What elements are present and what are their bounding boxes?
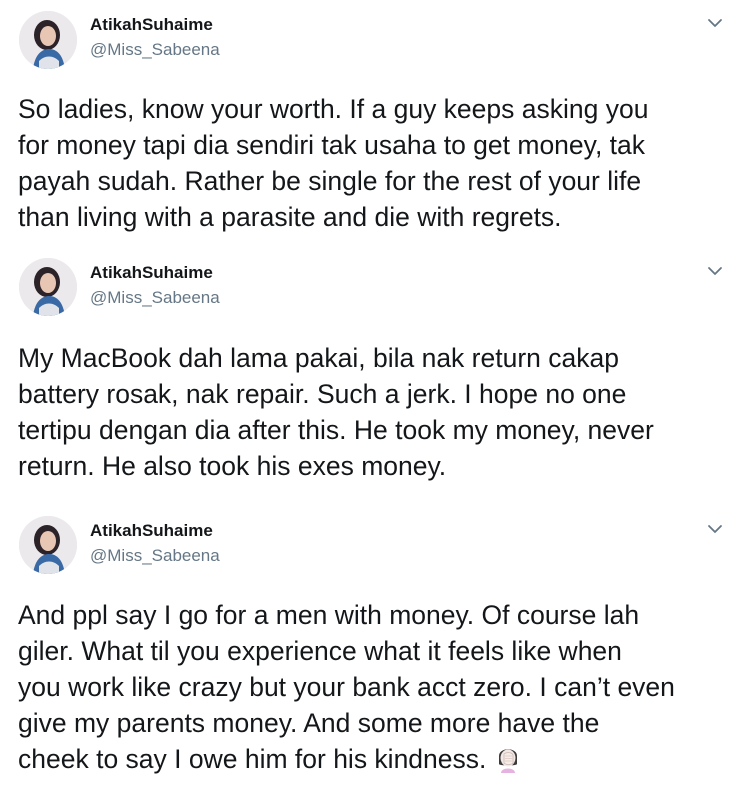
chevron-down-icon[interactable] <box>704 260 726 282</box>
tweet-text-content: And ppl say I go for a men with money. O… <box>18 600 675 774</box>
display-name[interactable]: AtikahSuhaime <box>90 521 213 541</box>
profile-avatar[interactable] <box>19 516 77 574</box>
profile-avatar[interactable] <box>19 11 77 69</box>
profile-avatar[interactable] <box>19 258 77 316</box>
display-name[interactable]: AtikahSuhaime <box>90 15 213 35</box>
tweet-text: And ppl say I go for a men with money. O… <box>18 597 733 777</box>
user-handle[interactable]: @Miss_Sabeena <box>90 40 220 60</box>
avatar-image <box>19 11 77 69</box>
user-handle[interactable]: @Miss_Sabeena <box>90 288 220 308</box>
tweet-text: My MacBook dah lama pakai, bila nak retu… <box>18 343 654 481</box>
avatar-image <box>19 258 77 316</box>
woman-facepalming-emoji <box>492 742 524 774</box>
user-handle[interactable]: @Miss_Sabeena <box>90 546 220 566</box>
tweet-text: So ladies, know your worth. If a guy kee… <box>18 94 649 232</box>
chevron-down-icon[interactable] <box>704 518 726 540</box>
chevron-down-icon[interactable] <box>704 12 726 34</box>
avatar-image <box>19 516 77 574</box>
display-name[interactable]: AtikahSuhaime <box>90 263 213 283</box>
